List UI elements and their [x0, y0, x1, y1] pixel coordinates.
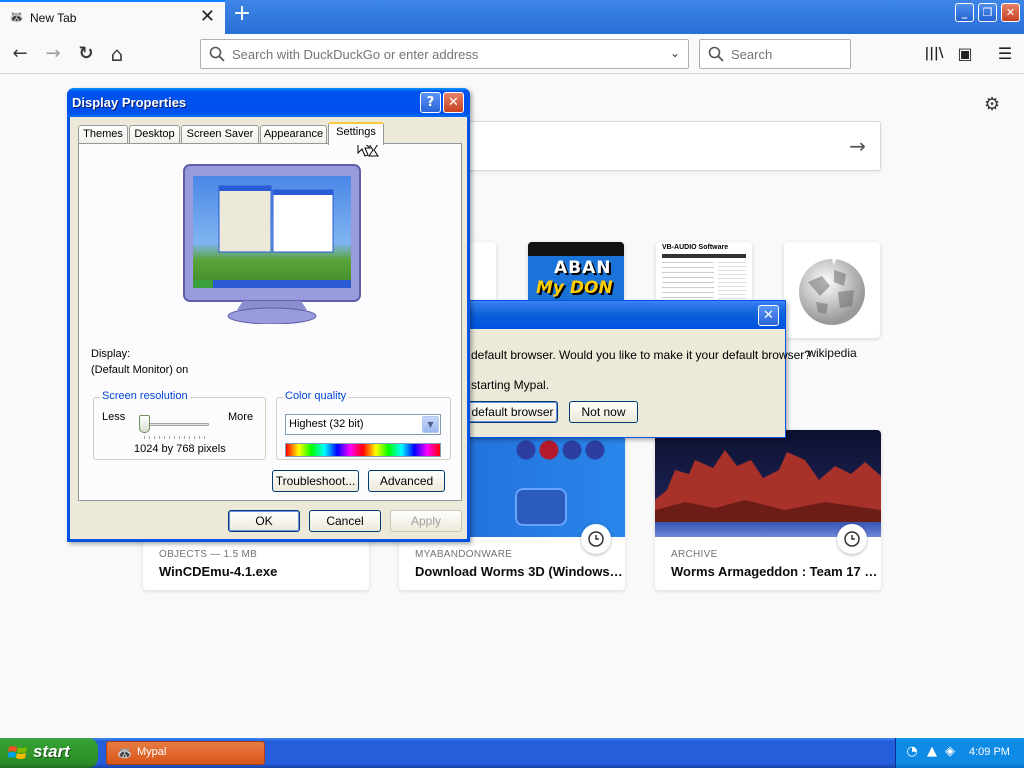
mypal-favicon-icon: 🦝: [9, 10, 24, 24]
system-tray: ◔ ▲ ◈ 4:09 PM: [895, 738, 1024, 768]
select-value: Highest (32 bit): [289, 418, 364, 430]
thumbnail-stripe: [662, 254, 746, 258]
sidebar-icon[interactable]: ▣: [952, 41, 978, 67]
card-title: WinCDEmu-4.1.exe: [159, 564, 278, 579]
help-button[interactable]: ?: [420, 92, 441, 113]
library-icon[interactable]: |||\: [921, 41, 947, 67]
tab-strip: 🦝 New Tab ✕ + _ ❐ ✕: [0, 0, 1024, 34]
safely-remove-icon[interactable]: ▲: [924, 744, 940, 760]
card-source: MYABANDONWARE: [415, 549, 513, 560]
clock-icon: [581, 524, 611, 554]
chevron-down-icon[interactable]: ▼: [422, 416, 439, 433]
default-browser-dialog: ✕ default browser. Would you like to mak…: [440, 300, 811, 438]
taskbar: start 🦝 Mypal ◔ ▲ ◈ 4:09 PM: [0, 738, 1024, 768]
display-label: Display:: [91, 348, 131, 360]
game-ui-worm: [515, 488, 567, 526]
slider-ticks: [144, 436, 208, 439]
start-button[interactable]: start: [0, 738, 98, 768]
search-icon: [209, 46, 225, 62]
tab-desktop[interactable]: Desktop: [129, 125, 180, 144]
card-title: Worms Armageddon : Team 17 …: [671, 564, 878, 579]
mypal-app-icon: 🦝: [117, 746, 132, 760]
slider-min-label: Less: [102, 411, 126, 423]
aban-logo-subtext: My DON: [536, 278, 613, 298]
group-legend: Color quality: [283, 390, 349, 402]
home-button[interactable]: ⌂: [104, 41, 130, 67]
group-legend: Screen resolution: [100, 390, 190, 402]
settings-panel: Display: (Default Monitor) on Screen res…: [78, 143, 462, 501]
site-thumbnail-bar: [528, 242, 624, 256]
dialog-message: default browser. Would you like to make …: [471, 348, 811, 362]
taskbar-item-mypal[interactable]: 🦝 Mypal: [106, 741, 265, 765]
highlight-card[interactable]: ARCHIVE Worms Armageddon : Team 17 …: [655, 430, 881, 590]
dialog-close-button[interactable]: ✕: [443, 92, 464, 113]
card-source: OBJECTS — 1.5 MB: [159, 549, 258, 560]
tab-screen-saver[interactable]: Screen Saver: [181, 125, 259, 144]
top-site-tile-wikipedia[interactable]: [784, 242, 880, 338]
tab-appearance[interactable]: Appearance: [260, 125, 327, 144]
card-source: ARCHIVE: [671, 549, 718, 560]
aban-logo-text: ABAN: [554, 258, 612, 278]
minimize-button[interactable]: _: [955, 3, 974, 22]
new-tab-button[interactable]: +: [231, 3, 253, 26]
worms-landscape-image: [655, 450, 881, 522]
dialog-title-bar[interactable]: ✕: [441, 301, 785, 329]
slider-max-label: More: [228, 411, 254, 423]
monitor-preview-icon: [183, 164, 361, 324]
ok-button[interactable]: OK: [228, 510, 300, 532]
color-spectrum-bar: [285, 443, 441, 457]
volume-icon[interactable]: ◈: [942, 744, 958, 760]
network-icon[interactable]: ◔: [904, 744, 920, 760]
taskbar-item-label: Mypal: [137, 746, 167, 758]
vb-audio-banner: VB-AUDIO Software: [662, 244, 729, 251]
dialog-checkbox-label[interactable]: starting Mypal.: [471, 378, 549, 392]
url-input[interactable]: [232, 44, 652, 64]
dialog-title: Display Properties: [72, 95, 187, 110]
dialog-title-bar[interactable]: Display Properties ? ✕: [67, 88, 470, 117]
resolution-value: 1024 by 768 pixels: [134, 443, 226, 455]
resolution-slider-thumb[interactable]: [139, 415, 150, 433]
maximize-button[interactable]: ❐: [978, 3, 997, 22]
tab-title: New Tab: [30, 11, 77, 25]
tab-new-tab[interactable]: 🦝 New Tab ✕: [0, 0, 225, 34]
color-quality-group: Color quality Highest (32 bit) ▼: [276, 390, 451, 460]
search-bar[interactable]: [699, 39, 851, 69]
arrow-right-icon[interactable]: →: [849, 134, 866, 158]
menu-icon[interactable]: ☰: [992, 41, 1018, 67]
advanced-button[interactable]: Advanced: [368, 470, 445, 492]
display-properties-dialog: Display Properties ? ✕ Themes Desktop Sc…: [67, 88, 470, 542]
dialog-close-button[interactable]: ✕: [758, 305, 779, 326]
card-title: Download Worms 3D (Windows…: [415, 564, 623, 579]
windows-logo-icon: [8, 746, 27, 759]
taskbar-clock[interactable]: 4:09 PM: [969, 746, 1010, 758]
back-button[interactable]: ←: [7, 41, 33, 67]
screen-resolution-group: Screen resolution Less More 1024 by 768 …: [93, 390, 266, 460]
tab-close-icon[interactable]: ✕: [200, 8, 215, 26]
cancel-button[interactable]: Cancel: [309, 510, 381, 532]
forward-button[interactable]: →: [40, 41, 66, 67]
apply-button[interactable]: Apply: [390, 510, 462, 532]
color-quality-select[interactable]: Highest (32 bit) ▼: [285, 414, 441, 435]
search-input[interactable]: [731, 44, 841, 64]
resolution-slider-track[interactable]: [141, 423, 209, 426]
chevron-down-icon[interactable]: ⌄: [670, 46, 680, 60]
newtab-search-box[interactable]: →: [440, 121, 881, 171]
close-window-button[interactable]: ✕: [1001, 3, 1020, 22]
clock-icon: [837, 524, 867, 554]
url-bar[interactable]: ⌄: [200, 39, 689, 69]
start-label: start: [33, 742, 70, 761]
not-now-button[interactable]: Not now: [569, 401, 638, 423]
wikipedia-globe-icon: [799, 259, 865, 325]
tab-themes[interactable]: Themes: [78, 125, 128, 144]
gear-icon[interactable]: ⚙: [984, 94, 1000, 115]
display-value: (Default Monitor) on: [91, 364, 189, 376]
search-icon: [708, 46, 724, 62]
set-default-button[interactable]: default browser: [467, 401, 558, 423]
reload-button[interactable]: ↻: [73, 41, 99, 67]
card-thumbnail: [655, 430, 881, 537]
troubleshoot-button[interactable]: Troubleshoot...: [272, 470, 359, 492]
navigation-toolbar: ← → ↻ ⌂ ⌄ |||\ ▣ ☰: [0, 34, 1024, 74]
tab-settings[interactable]: Settings: [328, 122, 384, 145]
